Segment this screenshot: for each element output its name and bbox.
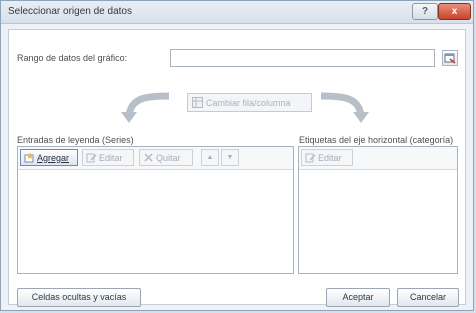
help-button[interactable]: ?: [412, 3, 438, 20]
horizontal-axis-labels-panel: Editar: [298, 146, 458, 274]
remove-series-button[interactable]: Quitar: [139, 149, 193, 166]
horizontal-axis-labels-heading: Etiquetas del eje horizontal (categoría): [299, 135, 454, 145]
remove-series-label: Quitar: [156, 152, 181, 163]
ok-button[interactable]: Aceptar: [326, 288, 390, 307]
close-button[interactable]: x: [438, 3, 471, 20]
select-data-source-dialog: Seleccionar origen de datos ? x Rango de…: [0, 0, 474, 311]
legend-entries-heading: Entradas de leyenda (Series): [17, 135, 134, 145]
edit-series-label: Editar: [99, 152, 123, 163]
chart-data-range-label: Rango de datos del gráfico:: [17, 53, 128, 63]
range-select-icon: [444, 53, 456, 64]
edit-category-label: Editar: [318, 152, 342, 163]
edit-series-button[interactable]: Editar: [82, 149, 134, 166]
add-series-icon: [24, 152, 34, 163]
dialog-content: Rango de datos del gráfico: Cambiar fila…: [8, 29, 466, 307]
collapse-dialog-button[interactable]: [442, 50, 458, 66]
dialog-title: Seleccionar origen de datos: [8, 6, 132, 17]
move-series-up-button[interactable]: ▲: [201, 149, 219, 166]
legend-series-panel: Agregar Editar Quitar ▲ ▼: [17, 146, 294, 274]
switch-row-column-button[interactable]: Cambiar fila/columna: [187, 93, 312, 112]
series-toolbar: Agregar Editar Quitar ▲ ▼: [18, 147, 293, 170]
category-list[interactable]: [299, 170, 457, 273]
category-toolbar: Editar: [299, 147, 457, 170]
move-series-down-button[interactable]: ▼: [221, 149, 239, 166]
add-series-label: Agregar: [37, 152, 70, 163]
edit-series-icon: [86, 153, 97, 163]
curved-arrow-right-icon: [320, 92, 369, 123]
chart-data-range-input[interactable]: [170, 49, 435, 67]
hidden-empty-cells-button[interactable]: Celdas ocultas y vacías: [17, 288, 141, 307]
cancel-button[interactable]: Cancelar: [397, 288, 459, 307]
series-list[interactable]: [18, 170, 293, 273]
add-series-button[interactable]: Agregar: [20, 149, 78, 166]
switch-row-column-label: Cambiar fila/columna: [206, 97, 291, 108]
title-bar[interactable]: Seleccionar origen de datos ? x: [1, 1, 473, 24]
edit-category-button[interactable]: Editar: [301, 149, 353, 166]
edit-category-icon: [305, 153, 316, 163]
switch-row-column-icon: [192, 97, 203, 108]
curved-arrow-left-icon: [121, 92, 170, 123]
remove-series-icon: [144, 153, 153, 162]
